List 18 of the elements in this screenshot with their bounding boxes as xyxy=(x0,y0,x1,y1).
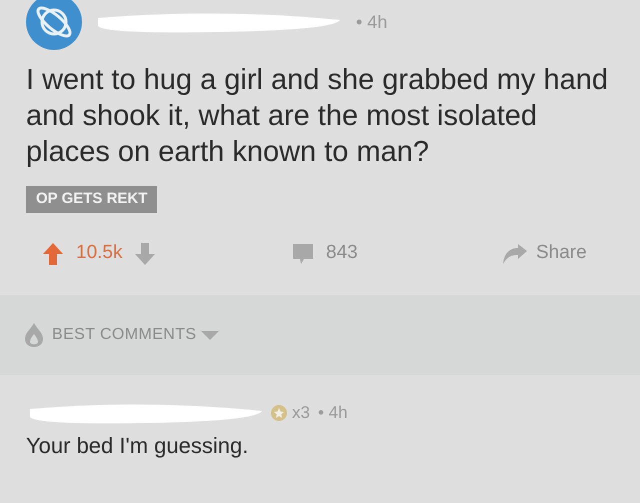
comment-body: Your bed I'm guessing. xyxy=(26,432,250,460)
comment-time: • 4h xyxy=(318,402,348,424)
vote-score: 10.5k xyxy=(76,241,122,266)
award-count: x3 xyxy=(292,402,310,424)
sort-dropdown[interactable]: BEST COMMENTS xyxy=(52,322,220,346)
comment-icon[interactable] xyxy=(292,242,314,264)
award-icon xyxy=(270,404,288,422)
share-arrow-icon xyxy=(502,242,528,264)
flair-tag: OP GETS REKT xyxy=(26,186,158,212)
planet-avatar-icon xyxy=(26,0,82,50)
share-button[interactable]: Share xyxy=(502,239,587,268)
post-title: I went to hug a girl and she grabbed my hand and shook it, what are the most isolated places on earth known to man? xyxy=(26,63,609,170)
flame-icon xyxy=(24,322,44,348)
post-time: • 4h xyxy=(356,10,388,34)
caret-icon xyxy=(200,328,220,340)
comment-count: 843 xyxy=(326,241,358,266)
upvote-icon[interactable] xyxy=(42,242,64,266)
downvote-icon[interactable] xyxy=(134,242,156,266)
